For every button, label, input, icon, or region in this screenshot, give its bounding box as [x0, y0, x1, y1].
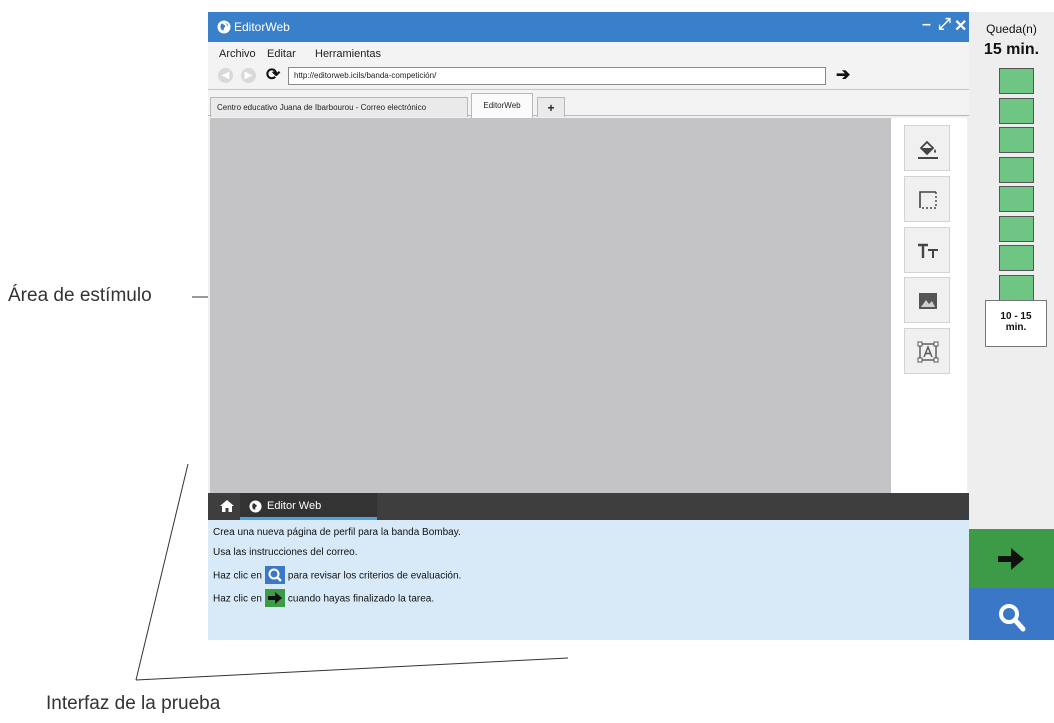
- text-frame-button[interactable]: [904, 328, 950, 374]
- instruction-text: cuando hayas finalizado la tarea.: [287, 593, 435, 605]
- fill-color-button[interactable]: [904, 125, 950, 171]
- time-block: [999, 68, 1034, 94]
- task-tab-label: Editor Web: [267, 500, 322, 512]
- reload-button[interactable]: ⟳: [266, 65, 280, 85]
- globe-icon: [217, 20, 231, 34]
- time-block: [999, 186, 1034, 212]
- instruction-line: Crea una nueva página de perfil para la …: [213, 527, 461, 538]
- tool-panel: [891, 118, 967, 493]
- time-block: [999, 215, 1034, 242]
- tab-email[interactable]: Centro educativo Juana de Ibarbourou - C…: [210, 97, 468, 117]
- border-button[interactable]: [904, 176, 950, 222]
- instruction-text: para revisar los criterios de evaluación…: [287, 570, 462, 582]
- navigation-bar: ◀ ▶ ⟳ http://editorweb.icils/banda-compe…: [208, 64, 969, 88]
- tab-bar: Centro educativo Juana de Ibarbourou - C…: [208, 89, 969, 118]
- magnifier-icon: [268, 568, 282, 582]
- timer-panel: Queda(n) 15 min. 10 - 15 min.: [969, 12, 1054, 529]
- time-block: [999, 274, 1034, 301]
- menu-archivo[interactable]: Archivo: [219, 48, 256, 60]
- next-icon-inline: [264, 589, 285, 607]
- image-icon: [919, 293, 937, 309]
- new-tab-button[interactable]: +: [537, 97, 565, 117]
- forward-arrow-icon: ▶: [244, 70, 253, 81]
- time-range-box: 10 - 15 min.: [985, 300, 1047, 347]
- stimulus-area-annotation: Área de estímulo: [8, 285, 152, 306]
- menu-bar: Archivo Editar Herramientas: [208, 42, 969, 64]
- time-block: [999, 156, 1034, 183]
- title-bar: EditorWeb – ⤢ ✕: [208, 12, 969, 42]
- instruction-text: Haz clic en: [213, 593, 262, 605]
- paint-bucket-icon: [918, 140, 938, 159]
- tab-editorweb[interactable]: EditorWeb: [471, 93, 533, 118]
- reload-icon: ⟳: [266, 65, 281, 84]
- task-bar: Editor Web: [208, 493, 969, 520]
- text-size-button[interactable]: [904, 227, 950, 273]
- time-remaining-value: 15 min.: [983, 41, 1040, 58]
- insert-image-button[interactable]: [904, 277, 950, 323]
- menu-herramientas[interactable]: Herramientas: [315, 48, 381, 60]
- app-window: EditorWeb – ⤢ ✕ Archivo Editar Herramien…: [208, 12, 969, 640]
- address-bar[interactable]: http://editorweb.icils/banda-competición…: [288, 67, 826, 85]
- time-block: [999, 245, 1034, 271]
- selection-box-icon: [919, 191, 937, 209]
- time-block: [999, 127, 1034, 153]
- time-range-unit: min.: [1005, 322, 1027, 333]
- go-button[interactable]: ➔: [836, 65, 850, 85]
- next-task-button[interactable]: [969, 529, 1054, 588]
- stimulus-area[interactable]: [210, 118, 891, 493]
- home-icon[interactable]: [219, 499, 235, 513]
- globe-icon: [249, 500, 262, 513]
- menu-editar[interactable]: Editar: [267, 48, 296, 60]
- instruction-line: Haz clic en cuando hayas finalizado la ta…: [213, 589, 435, 608]
- time-remaining-label: Queda(n): [986, 22, 1037, 36]
- instruction-line: Haz clic en para revisar los criterios de…: [213, 566, 462, 585]
- task-tab-editor-web[interactable]: Editor Web: [240, 493, 377, 520]
- arrow-right-icon: [998, 548, 1024, 570]
- instructions-panel: Crea una nueva página de perfil para la …: [208, 520, 969, 640]
- forward-button[interactable]: ▶: [241, 68, 256, 83]
- review-criteria-button[interactable]: [969, 588, 1054, 640]
- magnifier-icon: [999, 604, 1026, 632]
- arrow-right-icon: [267, 592, 282, 604]
- time-range-value: 10 - 15: [1000, 311, 1032, 322]
- instruction-line: Usa las instrucciones del correo.: [213, 547, 358, 558]
- test-interface-annotation: Interfaz de la prueba: [46, 693, 221, 714]
- minimize-button[interactable]: –: [922, 16, 931, 34]
- back-button[interactable]: ◀: [218, 68, 233, 83]
- back-arrow-icon: ◀: [221, 70, 230, 81]
- close-button[interactable]: ✕: [954, 16, 967, 36]
- text-frame-icon: [917, 341, 939, 363]
- arrow-right-icon: ➔: [836, 65, 851, 84]
- instruction-text: Haz clic en: [213, 570, 262, 582]
- review-icon-inline: [264, 566, 285, 584]
- time-block: [999, 97, 1034, 124]
- window-title: EditorWeb: [234, 20, 290, 34]
- maximize-button[interactable]: ⤢: [938, 16, 951, 34]
- text-size-icon: [918, 243, 938, 258]
